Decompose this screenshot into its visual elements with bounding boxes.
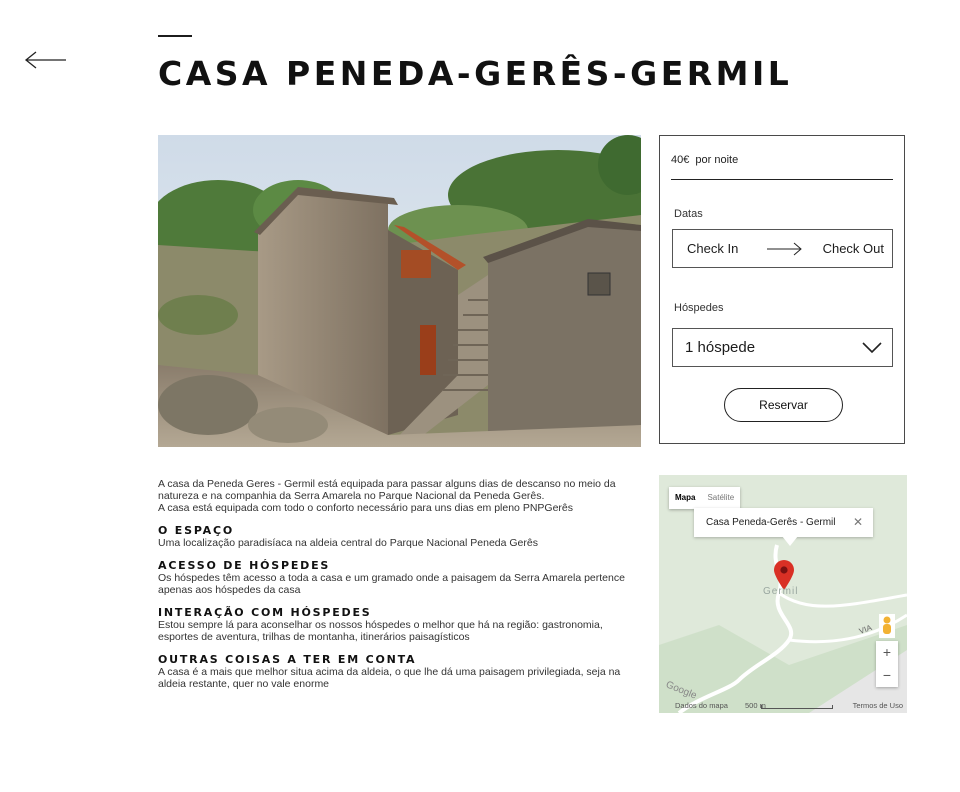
- price-suffix: por noite: [695, 154, 739, 166]
- right-arrow-icon: [767, 242, 803, 261]
- check-out-button[interactable]: Check Out: [823, 241, 884, 256]
- price-divider: [671, 179, 893, 180]
- description: A casa da Peneda Geres - Germil está equ…: [158, 478, 638, 690]
- map-terms-link[interactable]: Termos de Uso: [853, 701, 903, 710]
- zoom-control: + −: [876, 641, 898, 687]
- map-info-window: Casa Peneda-Gerês - Germil ✕: [694, 508, 873, 546]
- section-text: Os hóspedes têm acesso a toda a casa e u…: [158, 572, 625, 596]
- section-text: Estou sempre lá para aconselhar os nosso…: [158, 619, 603, 643]
- page-title: CASA PENEDA-GERÊS-GERMIL: [158, 54, 793, 93]
- zoom-in-button[interactable]: +: [876, 641, 898, 664]
- close-icon[interactable]: ✕: [853, 515, 863, 529]
- check-in-button[interactable]: Check In: [687, 241, 738, 256]
- intro-text: A casa da Peneda Geres - Germil está equ…: [158, 478, 616, 502]
- map-tab[interactable]: Mapa: [669, 487, 701, 509]
- intro-text-2: A casa está equipada com todo o conforto…: [158, 502, 573, 514]
- section-title: O ESPAÇO: [158, 524, 235, 537]
- guests-value: 1 hóspede: [685, 339, 756, 356]
- section-title: INTERAÇÃO COM HÓSPEDES: [158, 606, 372, 619]
- dates-field[interactable]: Check In Check Out: [672, 229, 893, 268]
- back-arrow-icon[interactable]: [24, 48, 68, 72]
- section-title: OUTRAS COISAS A TER EM CONTA: [158, 653, 417, 666]
- info-window-title: Casa Peneda-Gerês - Germil: [706, 517, 836, 528]
- guests-label: Hóspedes: [674, 302, 724, 314]
- booking-card: 40€ por noite Datas Check In Check Out H…: [659, 135, 905, 444]
- house-photo: [158, 135, 641, 447]
- reserve-button[interactable]: Reservar: [724, 388, 843, 422]
- map-type-toggle[interactable]: Mapa Satélite: [669, 487, 741, 509]
- map-data-credit: Dados do mapa: [675, 701, 728, 710]
- dates-label: Datas: [674, 208, 703, 220]
- place-label: Germil: [763, 586, 799, 597]
- price: 40€ por noite: [671, 154, 738, 166]
- street-view-pegman-icon[interactable]: [879, 614, 895, 643]
- section-title: ACESSO DE HÓSPEDES: [158, 559, 331, 572]
- satellite-tab[interactable]: Satélite: [701, 487, 740, 509]
- map-scale-bar: [761, 705, 833, 709]
- title-rule: [158, 35, 192, 37]
- map-footer: Dados do mapa 500 m Termos de Uso: [659, 699, 907, 713]
- info-window-tail: [782, 536, 798, 546]
- section-text: A casa é a mais que melhor situa acima d…: [158, 666, 621, 690]
- section-text: Uma localização paradisíaca na aldeia ce…: [158, 537, 538, 549]
- price-value: 40€: [671, 154, 690, 166]
- page: CASA PENEDA-GERÊS-GERMIL 40€ por noite D…: [0, 0, 960, 792]
- chevron-down-icon: [862, 341, 882, 359]
- guests-select[interactable]: 1 hóspede: [672, 328, 893, 367]
- zoom-out-button[interactable]: −: [876, 664, 898, 687]
- location-map[interactable]: Mapa Satélite Casa Peneda-Gerês - Germil…: [659, 475, 907, 713]
